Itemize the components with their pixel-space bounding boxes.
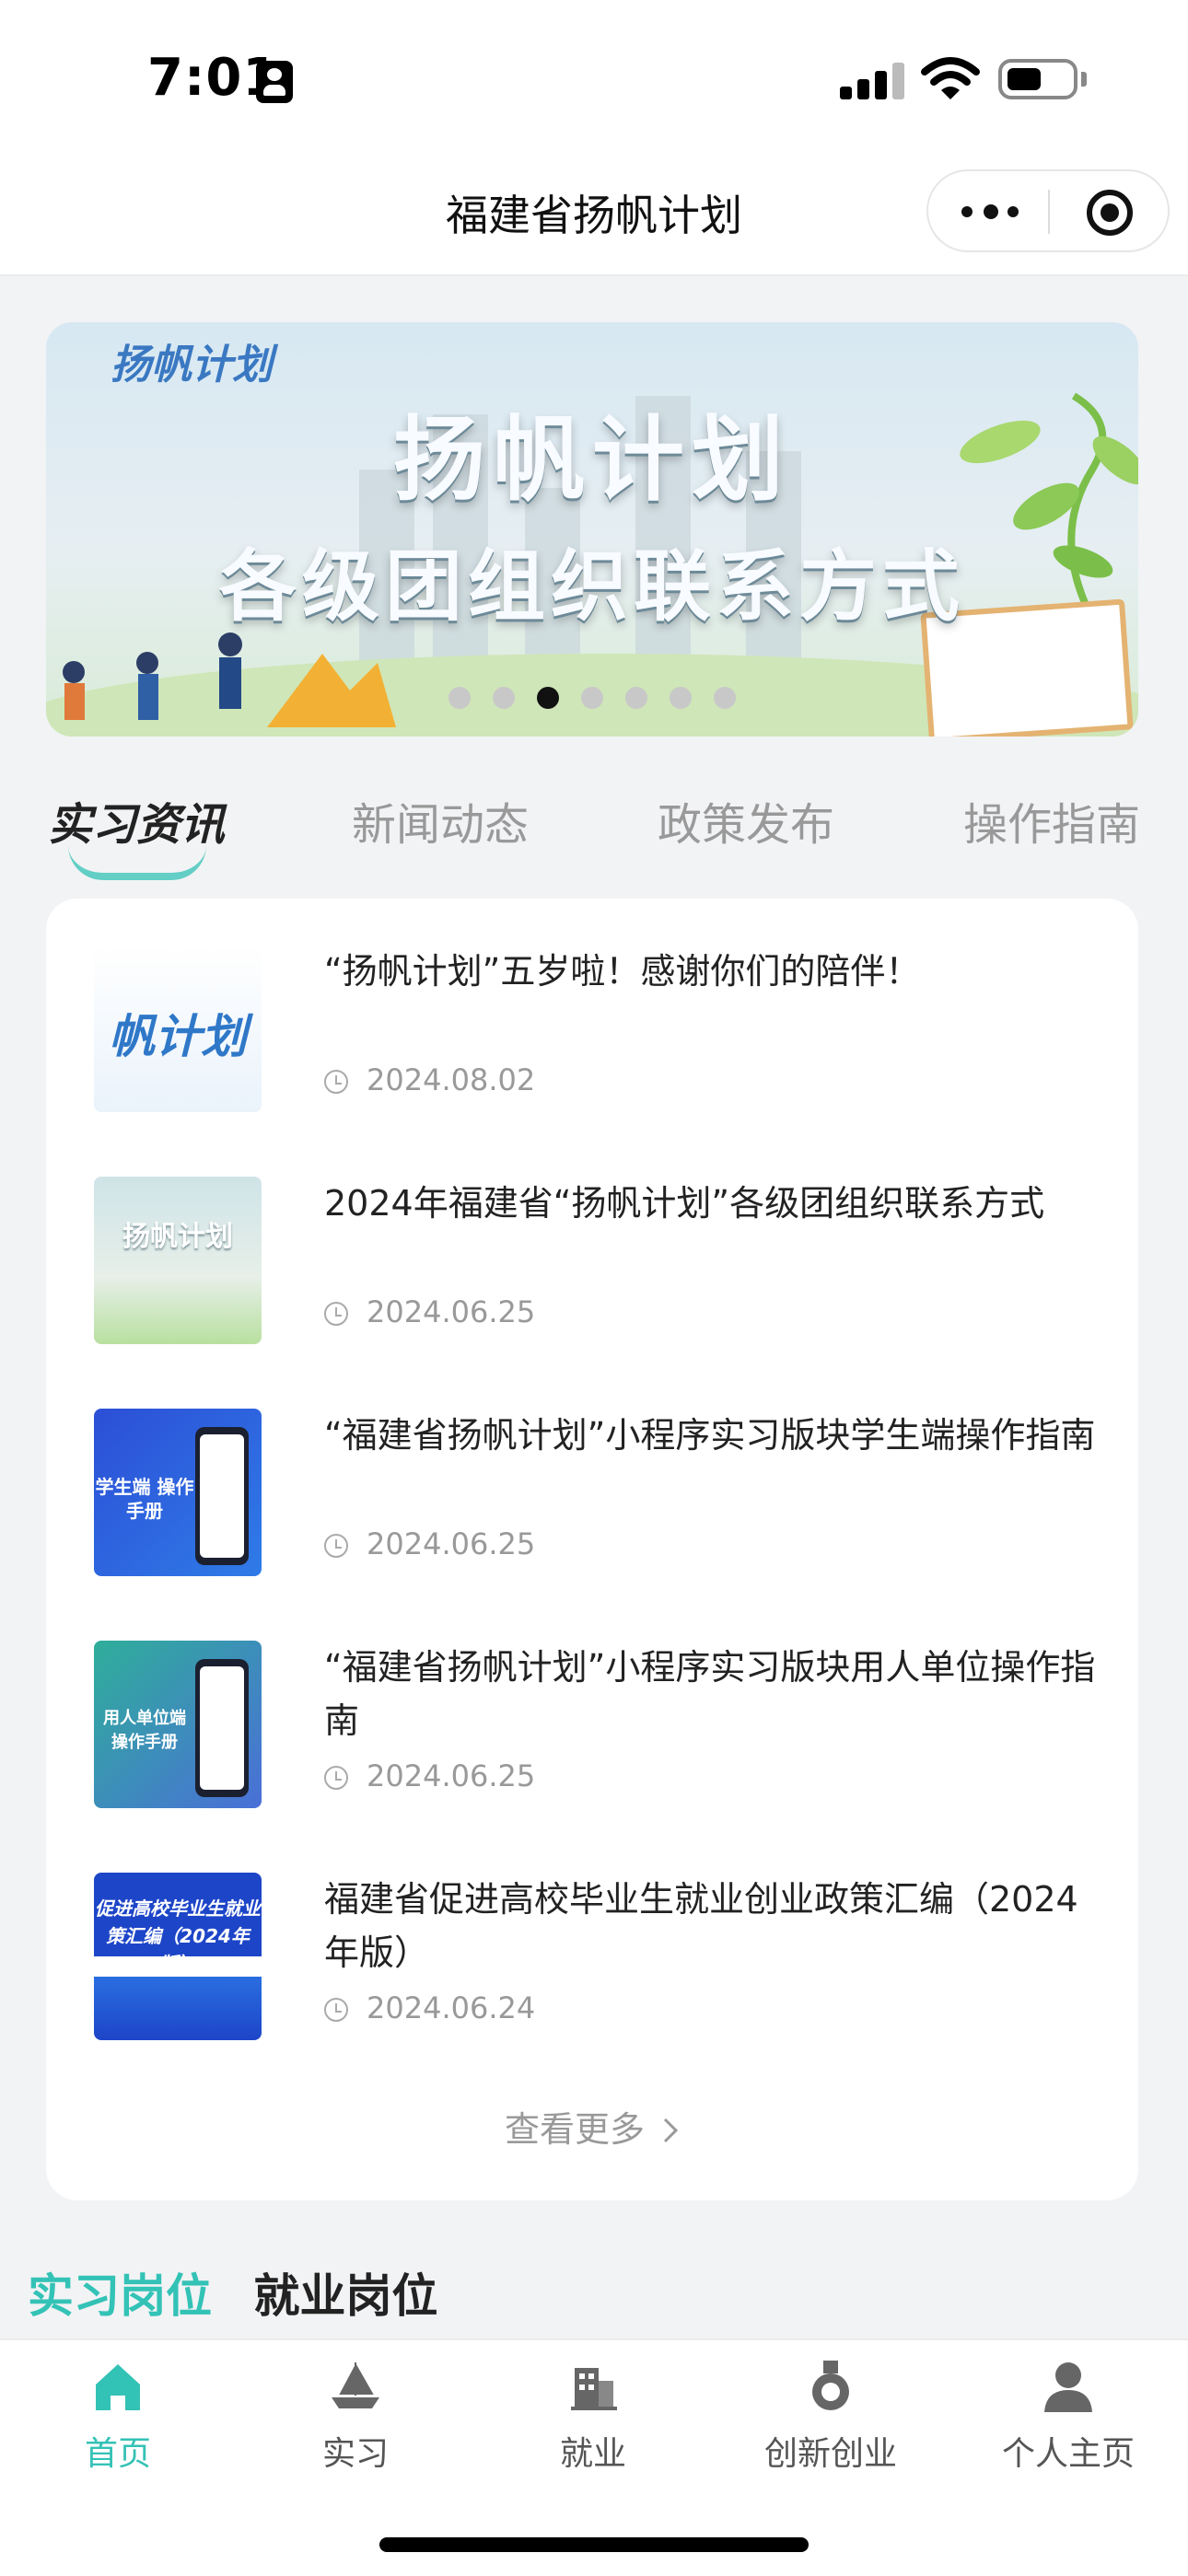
news-date: 2024.06.25 [324,1294,535,1329]
sailboat-icon [332,2362,379,2408]
carousel-dot[interactable] [670,687,692,709]
person-icon [1044,2362,1092,2412]
news-card: 帆计划 “扬帆计划”五岁啦！感谢你们的陪伴！ 2024.08.02 扬帆计划 2… [46,899,1138,2200]
carousel-dot[interactable] [493,687,515,709]
carousel-dot[interactable] [714,687,736,709]
news-date: 2024.06.24 [324,1990,535,2025]
tabbar-internship[interactable]: 实习 [263,2359,448,2475]
capsule-divider [1048,190,1050,234]
carousel-dot[interactable] [448,687,471,709]
news-title: 2024年福建省“扬帆计划”各级团组织联系方式 [324,1183,1045,1224]
close-target-icon[interactable] [1085,188,1135,238]
contact-card-icon [256,61,293,103]
building-icon [571,2368,617,2410]
news-item[interactable]: 帆计划 “扬帆计划”五岁啦！感谢你们的陪伴！ 2024.08.02 [94,945,1107,1114]
tabbar-employment[interactable]: 就业 [501,2359,685,2475]
news-thumbnail: 用人单位端 操作手册 [94,1641,262,1808]
more-icon[interactable] [961,199,1022,225]
medal-icon [812,2361,849,2410]
view-more-link[interactable]: 查看更多 [46,2101,1138,2152]
news-thumbnail: 促进高校毕业生就业 策汇编（2024年版） [94,1873,262,2040]
navigation-bar: 福建省扬帆计划 [0,147,1188,276]
news-item[interactable]: 用人单位端 操作手册 “福建省扬帆计划”小程序实习版块用人单位操作指南 2024… [94,1641,1107,1810]
tab-internship-positions[interactable]: 实习岗位 [28,2269,212,2323]
news-title: “福建省扬帆计划”小程序实习版块学生端操作指南 [324,1415,1096,1456]
tab-policy[interactable]: 政策发布 [658,788,834,853]
news-date: 2024.06.25 [324,1526,535,1561]
news-title: “扬帆计划”五岁啦！感谢你们的陪伴！ [324,951,921,992]
clock-icon [324,1302,348,1326]
tabbar-profile[interactable]: 个人主页 [976,2359,1160,2475]
news-title: 福建省促进高校毕业生就业创业政策汇编（2024年版） [324,1879,1078,1973]
banner-subtitle: 各级团组织联系方式 [218,541,965,632]
news-date: 2024.06.25 [324,1758,535,1793]
info-tabs: 实习资讯 新闻动态 政策发布 操作指南 [0,773,1188,880]
news-date: 2024.08.02 [324,1062,535,1097]
tab-news[interactable]: 新闻动态 [352,788,529,853]
wifi-icon [921,57,980,99]
banner-carousel[interactable]: 扬帆计划 扬帆计划 各级团组织联系方式 [46,322,1138,737]
tabbar-home[interactable]: 首页 [26,2359,210,2475]
clock-icon [324,1766,348,1790]
clock-icon [324,1998,348,2022]
cellular-signal-icon [840,63,904,99]
banner-title: 扬帆计划 [393,406,791,514]
news-title: “福建省扬帆计划”小程序实习版块用人单位操作指南 [324,1647,1096,1741]
position-tabs: 实习岗位 就业岗位 [28,2259,437,2326]
news-item[interactable]: 扬帆计划 2024年福建省“扬帆计划”各级团组织联系方式 2024.06.25 [94,1177,1107,1346]
carousel-dot[interactable] [625,687,647,709]
tab-guide[interactable]: 操作指南 [963,788,1140,853]
chevron-right-icon [663,2118,679,2143]
clock-icon [324,1534,348,1558]
clock-icon [324,1070,348,1094]
news-item[interactable]: 学生端 操作手册 “福建省扬帆计划”小程序实习版块学生端操作指南 2024.06… [94,1409,1107,1578]
news-item[interactable]: 促进高校毕业生就业 策汇编（2024年版） 福建省促进高校毕业生就业创业政策汇编… [94,1873,1107,2042]
news-thumbnail: 学生端 操作手册 [94,1409,262,1576]
banner-logo: 扬帆计划 [111,342,273,389]
miniprogram-capsule [926,169,1170,252]
tab-job-positions[interactable]: 就业岗位 [253,2269,437,2323]
carousel-indicator [46,687,1138,709]
tabbar-innovation[interactable]: 创新创业 [739,2359,923,2475]
carousel-dot[interactable] [581,687,603,709]
carousel-dot[interactable] [537,687,559,709]
tab-internship-news[interactable]: 实习资讯 [48,788,225,853]
home-indicator [379,2537,809,2552]
battery-tip [1081,72,1087,87]
status-bar: 7:01 [0,0,1188,147]
news-thumbnail: 帆计划 [94,945,262,1112]
home-icon [96,2364,140,2410]
news-thumbnail: 扬帆计划 [94,1177,262,1344]
battery-icon [998,59,1077,99]
